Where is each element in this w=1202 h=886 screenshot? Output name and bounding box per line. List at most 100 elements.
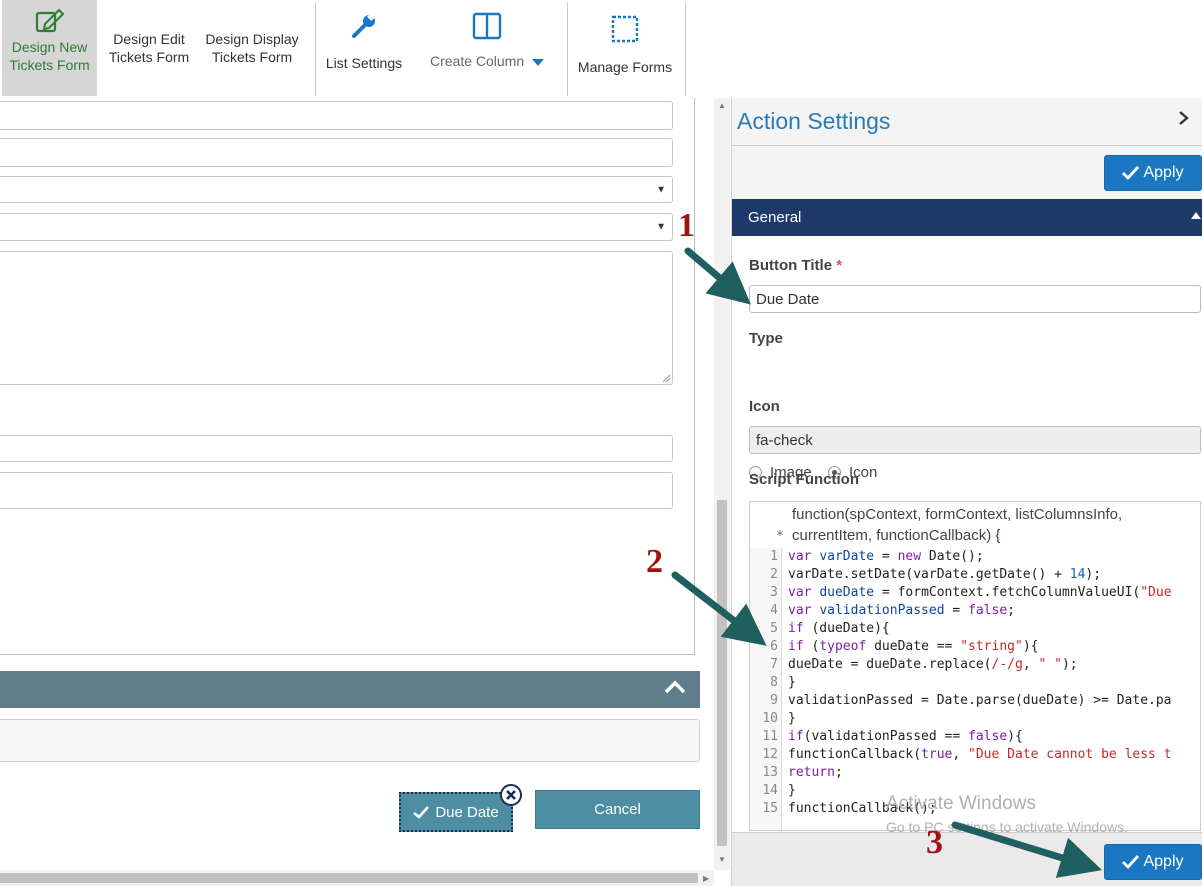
check-icon <box>1122 166 1140 180</box>
code-line: if(validationPassed == false){ <box>788 729 1023 744</box>
close-icon <box>506 790 516 800</box>
general-section-label: General <box>748 209 802 226</box>
text-field[interactable] <box>0 101 673 130</box>
horizontal-scrollbar[interactable]: ▶ <box>0 870 714 886</box>
text-field[interactable] <box>0 719 700 762</box>
apply-button-top[interactable]: Apply <box>1104 155 1202 191</box>
button-title-label: Button Title * <box>749 257 842 274</box>
annotation-number-3: 3 <box>926 824 943 861</box>
panel-title: Action Settings <box>737 108 891 134</box>
ribbon-divider <box>567 2 568 96</box>
watermark-title: Activate Windows <box>886 793 1036 814</box>
edit-icon <box>35 8 64 33</box>
form-frame-border <box>694 98 695 654</box>
list-settings-button[interactable]: List Settings <box>318 0 410 96</box>
manage-forms-label: Manage Forms <box>577 59 673 75</box>
textarea-field[interactable] <box>0 251 673 385</box>
code-signature-line: currentItem, functionCallback) { <box>792 527 1001 544</box>
design-edit-label-1: Design Edit <box>113 31 185 47</box>
line-number: 10 <box>762 711 778 726</box>
dropdown-field[interactable]: ▼ <box>0 176 673 203</box>
chevron-right-icon[interactable] <box>1178 110 1190 126</box>
create-column-button[interactable]: Create Column <box>414 0 560 96</box>
required-marker: * <box>836 257 843 274</box>
design-new-form-button[interactable]: Design New Tickets Form <box>2 0 97 96</box>
text-field[interactable] <box>0 435 673 462</box>
line-number: 9 <box>770 693 778 708</box>
script-function-label: Script Function <box>749 471 859 488</box>
code-line: dueDate = dueDate.replace(/-/g, " "); <box>788 657 1078 672</box>
dropdown-field[interactable]: ▼ <box>0 213 673 241</box>
code-line: if (dueDate){ <box>788 621 890 636</box>
collapse-up-icon <box>1191 212 1201 219</box>
code-line: functionCallback(true, "Due Date cannot … <box>788 747 1172 762</box>
design-new-label-1: Design New <box>11 39 88 55</box>
due-date-action-button[interactable]: Due Date <box>399 792 513 832</box>
line-number: 14 <box>762 783 778 798</box>
text-field[interactable] <box>0 138 673 167</box>
general-section-header[interactable]: General <box>732 199 1202 236</box>
scroll-right-icon[interactable]: ▶ <box>703 874 709 883</box>
code-line: return; <box>788 765 843 780</box>
icon-input[interactable] <box>749 426 1201 454</box>
line-number: 6 <box>770 639 778 654</box>
check-icon <box>413 805 430 819</box>
divider <box>732 145 1202 146</box>
line-number: 8 <box>770 675 778 690</box>
manage-forms-button[interactable]: Manage Forms <box>570 0 680 96</box>
action-settings-panel: Action Settings Apply General Button Tit… <box>731 98 1202 886</box>
code-signature: function(spContext, formContext, listCol… <box>792 504 1122 546</box>
scrollbar-thumb[interactable] <box>717 500 727 846</box>
script-code-editor[interactable]: function(spContext, formContext, listCol… <box>749 501 1201 831</box>
columns-icon <box>472 12 502 40</box>
remove-button-icon[interactable] <box>500 784 522 806</box>
annotation-number-2: 2 <box>646 543 663 580</box>
line-number: 5 <box>770 621 778 636</box>
create-column-label: Create Column <box>429 53 525 69</box>
collapsible-section-bar[interactable] <box>0 671 700 708</box>
vertical-scrollbar[interactable]: ▲ ▼ <box>714 98 730 870</box>
scrollbar-thumb[interactable] <box>0 873 698 883</box>
code-line: } <box>788 675 796 690</box>
watermark-subtitle: Go to PC settings to activate Windows. <box>886 819 1128 835</box>
code-line: } <box>788 711 796 726</box>
ribbon-divider <box>315 2 316 96</box>
chevron-up-icon <box>664 680 686 694</box>
design-display-form-button[interactable]: Design Display Tickets Form <box>200 0 304 96</box>
design-new-label-2: Tickets Form <box>9 57 90 73</box>
code-line: validationPassed = Date.parse(dueDate) >… <box>788 693 1172 708</box>
due-date-button-label: Due Date <box>435 803 499 821</box>
icon-label: Icon <box>749 398 780 415</box>
code-line: varDate.setDate(varDate.getDate() + 14); <box>788 567 1102 582</box>
dropdown-arrow-icon: ▼ <box>656 184 666 195</box>
scroll-up-icon[interactable]: ▲ <box>718 101 726 110</box>
line-number: 2 <box>770 567 778 582</box>
code-line: } <box>788 783 796 798</box>
button-title-input[interactable] <box>749 285 1201 313</box>
apply-label: Apply <box>1143 853 1184 870</box>
line-number: 11 <box>762 729 778 744</box>
line-number: 1 <box>770 549 778 564</box>
text-field[interactable] <box>0 472 673 509</box>
form-designer-canvas: ▼ ▼ Due Date Cancel <box>0 98 714 886</box>
list-settings-label: List Settings <box>325 55 403 71</box>
caret-down-icon <box>532 58 545 66</box>
manage-forms-icon <box>611 15 639 43</box>
dropdown-arrow-icon: ▼ <box>656 221 666 233</box>
apply-button-bottom[interactable]: Apply <box>1104 844 1202 880</box>
cancel-button[interactable]: Cancel <box>535 790 700 829</box>
code-line: if (typeof dueDate == "string"){ <box>788 639 1039 654</box>
code-line: var dueDate = formContext.fetchColumnVal… <box>788 585 1172 600</box>
annotation-number-1: 1 <box>678 207 695 244</box>
line-marker: * <box>776 529 784 544</box>
apply-label: Apply <box>1143 164 1184 181</box>
resize-handle-icon <box>662 374 671 383</box>
line-number: 4 <box>770 603 778 618</box>
ribbon-divider <box>685 2 686 96</box>
form-frame-border <box>0 654 695 655</box>
scroll-down-icon[interactable]: ▼ <box>718 855 726 864</box>
ribbon-toolbar: Design New Tickets Form Design Edit Tick… <box>0 0 1202 98</box>
design-edit-form-button[interactable]: Design Edit Tickets Form <box>100 0 198 96</box>
button-title-label-text: Button Title <box>749 257 833 274</box>
design-edit-label-2: Tickets Form <box>108 49 190 65</box>
